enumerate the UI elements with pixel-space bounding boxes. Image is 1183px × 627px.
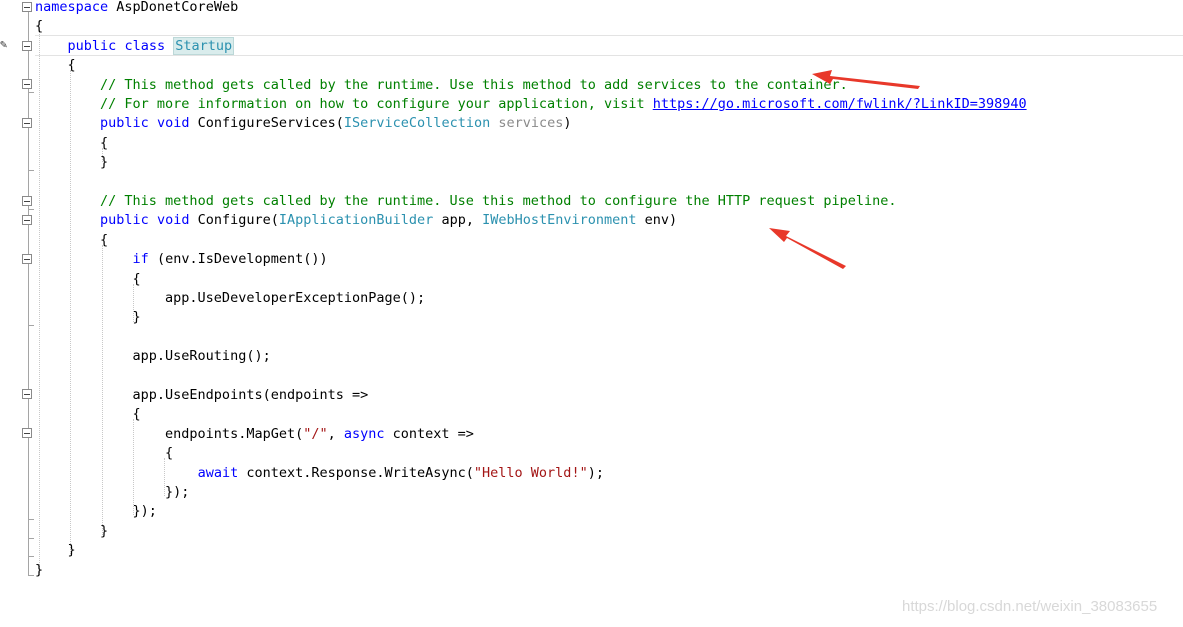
code-editor[interactable]: ✎ namespace AspDonetCoreWeb{ public clas… [0,0,1183,627]
annotation-arrows [769,70,920,269]
red-arrow-2 [769,228,846,269]
red-arrow-1 [812,70,920,89]
watermark: https://blog.csdn.net/weixin_38083655 [902,598,1158,615]
